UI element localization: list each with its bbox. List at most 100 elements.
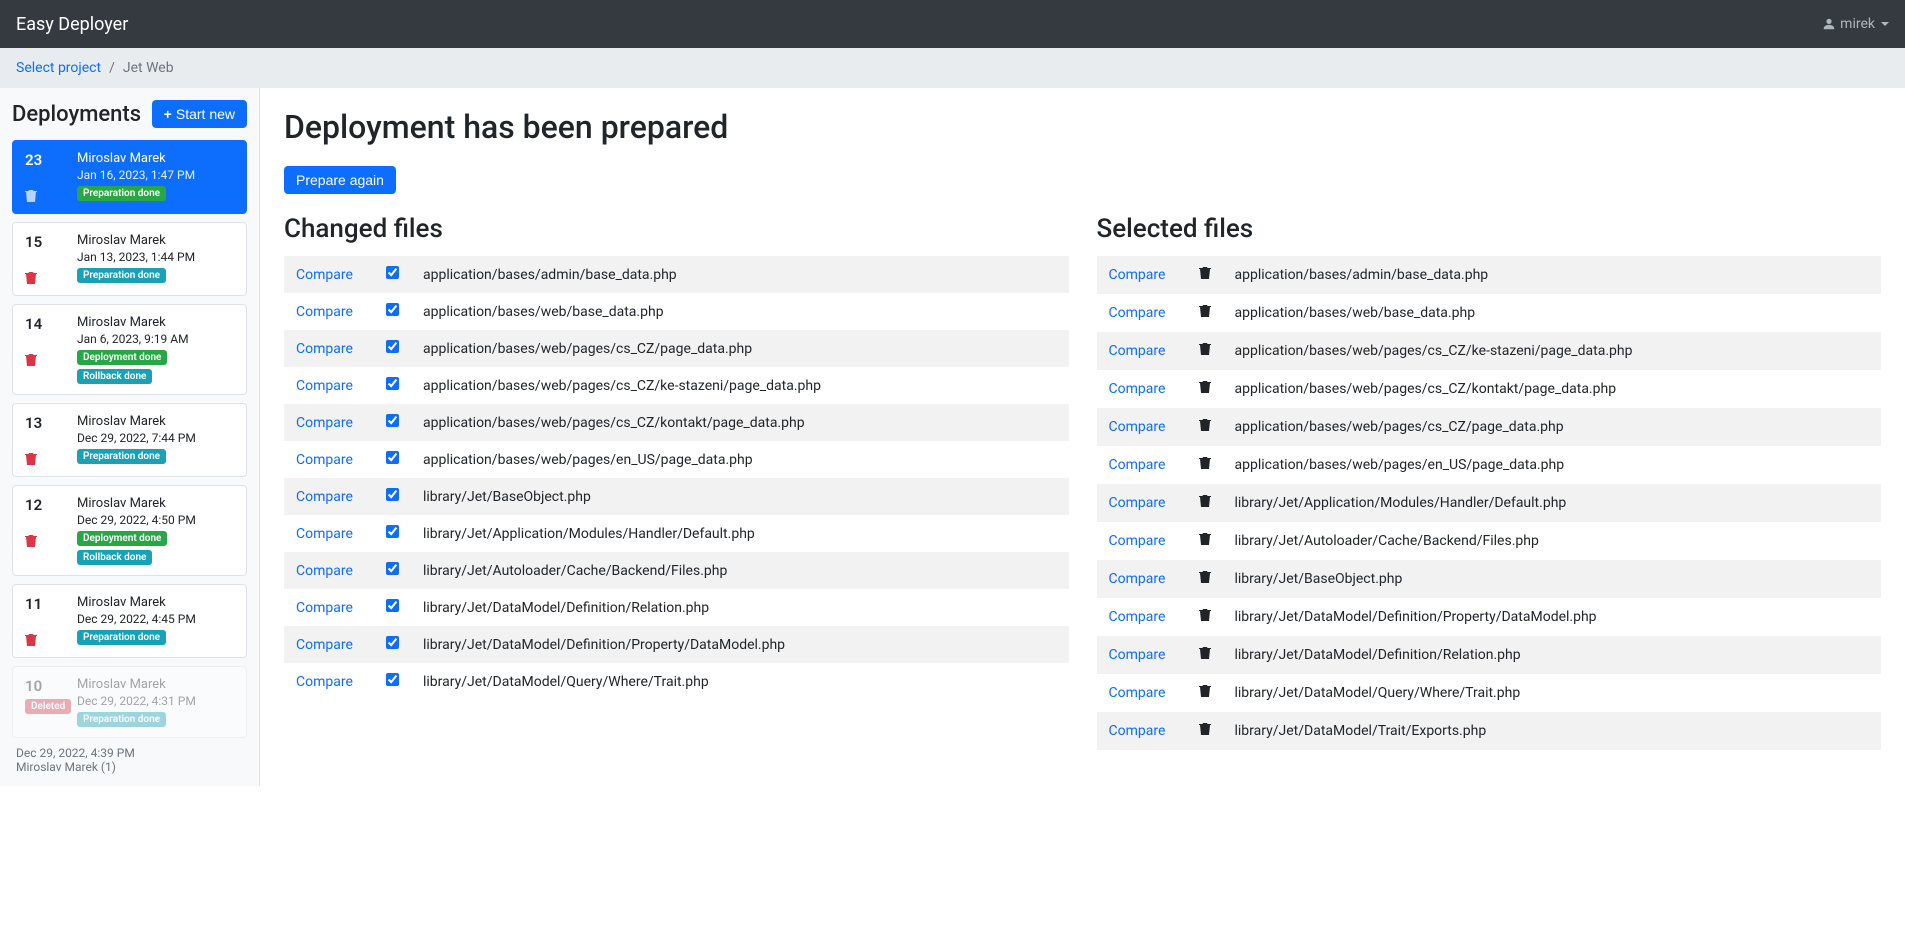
trash-icon[interactable] (1199, 532, 1211, 546)
deployments-title: Deployments (12, 102, 141, 127)
table-row: Compare library/Jet/Application/Modules/… (1097, 484, 1882, 522)
compare-link[interactable]: Compare (296, 489, 353, 505)
trash-icon[interactable] (1199, 380, 1211, 394)
compare-link[interactable]: Compare (1109, 533, 1166, 549)
trash-icon[interactable] (1199, 646, 1211, 660)
trash-icon[interactable] (1199, 342, 1211, 356)
file-path: library/Jet/DataModel/Query/Where/Trait.… (1223, 674, 1882, 712)
table-row: Compare library/Jet/BaseObject.php (284, 478, 1069, 515)
file-checkbox[interactable] (386, 303, 399, 316)
breadcrumb-current: Jet Web (123, 60, 174, 76)
trash-icon[interactable] (25, 633, 37, 647)
file-path: application/bases/web/pages/cs_CZ/ke-sta… (1223, 332, 1882, 370)
table-row: Compare library/Jet/DataModel/Definition… (284, 589, 1069, 626)
trash-icon[interactable] (25, 271, 37, 285)
file-checkbox[interactable] (386, 636, 399, 649)
deployment-card[interactable]: 11Miroslav MarekDec 29, 2022, 4:45 PM Pr… (12, 584, 247, 658)
deployment-date: Jan 13, 2023, 1:44 PM (77, 250, 234, 264)
deployment-author: Miroslav Marek (77, 151, 234, 166)
start-new-button[interactable]: + Start new (152, 100, 247, 128)
compare-link[interactable]: Compare (296, 267, 353, 283)
compare-link[interactable]: Compare (1109, 685, 1166, 701)
file-path: application/bases/web/pages/cs_CZ/page_d… (411, 330, 1069, 367)
deployment-card[interactable]: 14Miroslav MarekJan 6, 2023, 9:19 AM Dep… (12, 304, 247, 395)
deployment-date: Dec 29, 2022, 4:45 PM (77, 612, 234, 626)
status-badge: Rollback done (77, 369, 152, 384)
file-checkbox[interactable] (386, 488, 399, 501)
file-checkbox[interactable] (386, 451, 399, 464)
compare-link[interactable]: Compare (296, 304, 353, 320)
compare-link[interactable]: Compare (296, 563, 353, 579)
compare-link[interactable]: Compare (296, 526, 353, 542)
compare-link[interactable]: Compare (1109, 457, 1166, 473)
compare-link[interactable]: Compare (1109, 343, 1166, 359)
compare-link[interactable]: Compare (1109, 419, 1166, 435)
compare-link[interactable]: Compare (296, 600, 353, 616)
trash-icon[interactable] (1199, 684, 1211, 698)
trash-icon[interactable] (25, 452, 37, 466)
table-row: Compare library/Jet/DataModel/Definition… (1097, 636, 1882, 674)
compare-link[interactable]: Compare (296, 674, 353, 690)
file-checkbox[interactable] (386, 525, 399, 538)
compare-link[interactable]: Compare (1109, 723, 1166, 739)
file-checkbox[interactable] (386, 599, 399, 612)
deployment-card[interactable]: 23Miroslav MarekJan 16, 2023, 1:47 PM Pr… (12, 140, 247, 214)
deployment-card[interactable]: 10 DeletedMiroslav MarekDec 29, 2022, 4:… (12, 666, 247, 738)
trash-icon[interactable] (1199, 722, 1211, 736)
compare-link[interactable]: Compare (296, 341, 353, 357)
compare-link[interactable]: Compare (1109, 647, 1166, 663)
compare-link[interactable]: Compare (1109, 609, 1166, 625)
compare-link[interactable]: Compare (1109, 267, 1166, 283)
trash-icon[interactable] (1199, 570, 1211, 584)
compare-link[interactable]: Compare (296, 452, 353, 468)
file-checkbox[interactable] (386, 377, 399, 390)
trash-icon[interactable] (1199, 304, 1211, 318)
user-menu[interactable]: mirek (1822, 16, 1889, 32)
deployment-card[interactable]: 15Miroslav MarekJan 13, 2023, 1:44 PM Pr… (12, 222, 247, 296)
page-title: Deployment has been prepared (284, 108, 1881, 146)
compare-link[interactable]: Compare (296, 415, 353, 431)
trash-icon[interactable] (1199, 494, 1211, 508)
compare-link[interactable]: Compare (1109, 381, 1166, 397)
compare-link[interactable]: Compare (1109, 571, 1166, 587)
table-row: Compare library/Jet/DataModel/Query/Wher… (284, 663, 1069, 700)
table-row: Compare library/Jet/Autoloader/Cache/Bac… (284, 552, 1069, 589)
deployment-number: 12 (25, 496, 42, 514)
deployment-author: Miroslav Marek (77, 414, 234, 429)
file-path: application/bases/web/pages/en_US/page_d… (1223, 446, 1882, 484)
trash-icon[interactable] (25, 353, 37, 367)
status-badge: Preparation done (77, 186, 166, 201)
compare-link[interactable]: Compare (296, 637, 353, 653)
trash-icon[interactable] (1199, 266, 1211, 280)
compare-link[interactable]: Compare (1109, 305, 1166, 321)
file-checkbox[interactable] (386, 562, 399, 575)
compare-link[interactable]: Compare (1109, 495, 1166, 511)
prepare-again-button[interactable]: Prepare again (284, 166, 396, 194)
file-path: library/Jet/Application/Modules/Handler/… (1223, 484, 1882, 522)
app-brand: Easy Deployer (16, 14, 128, 35)
breadcrumb-link-select-project[interactable]: Select project (16, 60, 101, 76)
file-checkbox[interactable] (386, 340, 399, 353)
trash-icon[interactable] (25, 189, 37, 203)
table-row: Compare application/bases/web/base_data.… (1097, 294, 1882, 332)
trash-icon[interactable] (1199, 456, 1211, 470)
deployment-card[interactable]: 13Miroslav MarekDec 29, 2022, 7:44 PM Pr… (12, 403, 247, 477)
deployment-card[interactable]: 12Miroslav MarekDec 29, 2022, 4:50 PM De… (12, 485, 247, 576)
deployment-number: 11 (25, 595, 42, 613)
file-checkbox[interactable] (386, 266, 399, 279)
user-name: mirek (1840, 16, 1875, 32)
changed-files-title: Changed files (284, 214, 1069, 244)
trash-icon[interactable] (1199, 418, 1211, 432)
file-path: library/Jet/BaseObject.php (1223, 560, 1882, 598)
compare-link[interactable]: Compare (296, 378, 353, 394)
deleted-meta: Dec 29, 2022, 4:39 PMMiroslav Marek (1) (12, 746, 247, 774)
deployment-author: Miroslav Marek (77, 233, 234, 248)
trash-icon[interactable] (1199, 608, 1211, 622)
file-checkbox[interactable] (386, 414, 399, 427)
deployment-author: Miroslav Marek (77, 315, 234, 330)
file-path: application/bases/web/pages/cs_CZ/page_d… (1223, 408, 1882, 446)
trash-icon[interactable] (25, 534, 37, 548)
file-path: library/Jet/Autoloader/Cache/Backend/Fil… (1223, 522, 1882, 560)
file-checkbox[interactable] (386, 673, 399, 686)
status-badge: Preparation done (77, 630, 166, 645)
